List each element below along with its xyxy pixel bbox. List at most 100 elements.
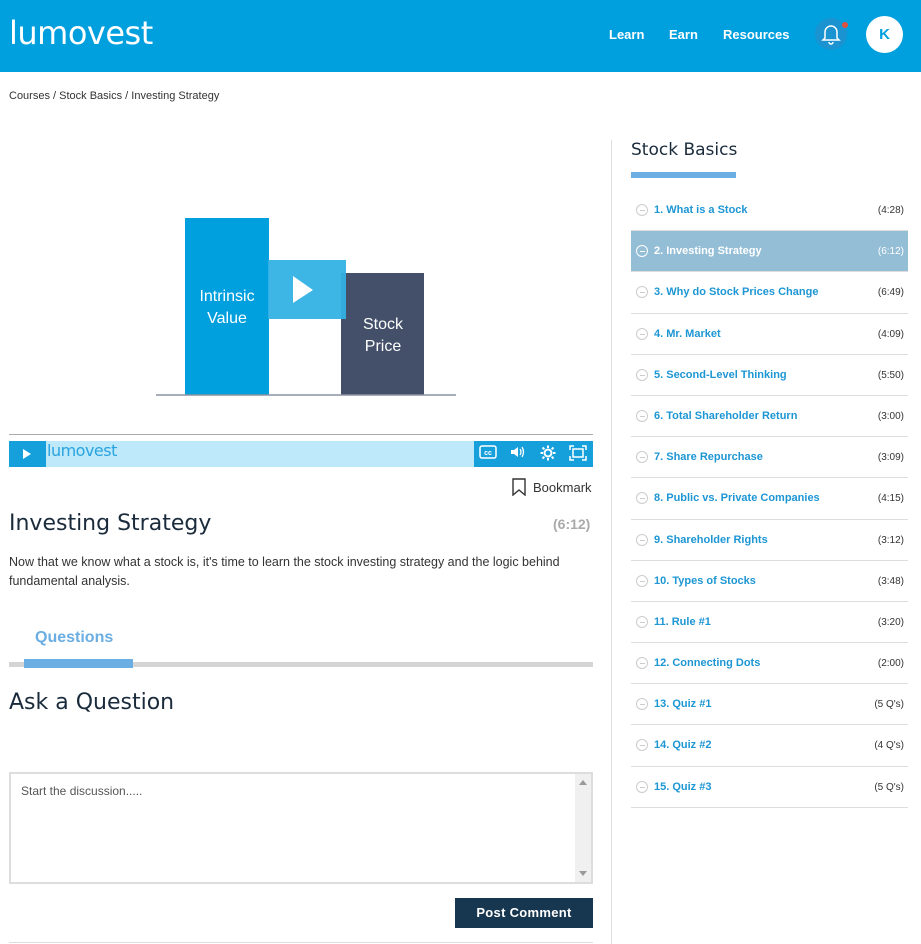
lesson-label: 13. Quiz #1	[654, 698, 712, 711]
lesson-list-item[interactable]: 5. Second-Level Thinking (5:50)	[631, 355, 908, 396]
tab-questions[interactable]: Questions	[35, 629, 113, 647]
nav-resources[interactable]: Resources	[723, 27, 789, 42]
stock-price-label-1: Stock	[363, 316, 404, 333]
player-controls-right: cc	[474, 441, 593, 467]
lesson-status-icon	[636, 739, 648, 752]
lesson-label: 11. Rule #1	[654, 615, 711, 628]
lesson-list-item[interactable]: 9. Shareholder Rights (3:12)	[631, 520, 908, 561]
lesson-list-item[interactable]: 13. Quiz #1 (5 Q's)	[631, 684, 908, 726]
video-thumbnail[interactable]: Intrinsic Value Stock Price	[9, 135, 593, 435]
top-header: lumovest Learn Earn Resources K	[0, 0, 921, 72]
lesson-duration: (3:12)	[877, 534, 904, 546]
lesson-list-item[interactable]: 15. Quiz #3 (5 Q's)	[631, 767, 908, 808]
intrinsic-label-1: Intrinsic	[199, 288, 254, 305]
lesson-label: 6. Total Shareholder Return	[654, 409, 798, 422]
intrinsic-value-bar	[185, 218, 269, 395]
stock-price-label-2: Price	[365, 338, 402, 355]
lesson-duration: (5:50)	[877, 369, 904, 381]
breadcrumb-stock-basics[interactable]: Stock Basics	[59, 90, 122, 102]
lesson-list-item[interactable]: 11. Rule #1 (3:20)	[631, 602, 908, 644]
nav-earn[interactable]: Earn	[669, 27, 698, 42]
intrinsic-label-2: Value	[207, 310, 247, 327]
settings-icon[interactable]	[539, 445, 557, 463]
lesson-status-icon	[636, 286, 648, 299]
lesson-label: 14. Quiz #2	[654, 739, 712, 752]
breadcrumb-courses[interactable]: Courses	[9, 90, 50, 102]
lesson-duration: (4:15)	[877, 493, 904, 505]
lesson-label: 5. Second-Level Thinking	[654, 368, 787, 381]
lesson-label: 3. Why do Stock Prices Change	[654, 286, 819, 299]
textarea-scrollbar[interactable]	[575, 774, 591, 882]
lesson-list-item[interactable]: 7. Share Repurchase (3:09)	[631, 437, 908, 479]
scroll-down-icon[interactable]	[579, 871, 587, 876]
video-controls[interactable]: lumovest cc	[9, 441, 593, 467]
lesson-list-item[interactable]: 4. Mr. Market (4:09)	[631, 314, 908, 355]
lesson-list-item[interactable]: 14. Quiz #2 (4 Q's)	[631, 725, 908, 767]
lesson-duration: (4:28)	[877, 205, 904, 216]
lesson-list-item[interactable]: 8. Public vs. Private Companies (4:15)	[631, 478, 908, 520]
breadcrumb-current: Investing Strategy	[131, 90, 220, 102]
volume-icon[interactable]	[509, 445, 527, 463]
lesson-list-item[interactable]: 10. Types of Stocks (3:48)	[631, 561, 908, 602]
lesson-status-icon	[636, 327, 648, 340]
scroll-up-icon[interactable]	[579, 780, 587, 785]
bookmark-label: Bookmark	[533, 480, 592, 495]
lesson-label: 8. Public vs. Private Companies	[654, 492, 820, 505]
fullscreen-icon[interactable]	[569, 445, 587, 463]
stock-price-bar	[341, 273, 424, 395]
lesson-duration: (3:09)	[877, 452, 904, 464]
lesson-list-item[interactable]: 12. Connecting Dots (2:00)	[631, 643, 908, 685]
nav-learn[interactable]: Learn	[609, 27, 644, 42]
lesson-label: 12. Connecting Dots	[654, 657, 761, 670]
lesson-status-icon	[636, 245, 648, 258]
lesson-title: Investing Strategy	[9, 511, 212, 536]
lesson-duration: (4:09)	[877, 328, 904, 340]
play-button[interactable]	[9, 441, 46, 467]
bookmark-icon	[512, 478, 526, 496]
post-comment-button[interactable]: Post Comment	[455, 898, 593, 928]
svg-text:cc: cc	[484, 450, 492, 457]
notification-badge	[842, 22, 848, 28]
lesson-status-icon	[636, 657, 648, 670]
breadcrumb: Courses / Stock Basics / Investing Strat…	[9, 90, 219, 102]
lesson-status-icon	[636, 204, 648, 216]
lesson-list-item[interactable]: 1. What is a Stock (4:28)	[631, 190, 908, 232]
lesson-label: 10. Types of Stocks	[654, 574, 756, 587]
lesson-status-icon	[636, 615, 648, 628]
lesson-label: 9. Shareholder Rights	[654, 533, 768, 546]
question-input[interactable]	[21, 784, 571, 874]
lesson-duration: (3:20)	[877, 616, 904, 628]
question-textarea-wrapper	[9, 772, 593, 884]
lesson-status-icon	[636, 368, 648, 381]
bell-icon	[821, 25, 841, 45]
lesson-label: 2. Investing Strategy	[654, 245, 762, 258]
lesson-label: 4. Mr. Market	[654, 327, 721, 340]
lesson-status-icon	[636, 698, 648, 711]
sidebar-divider	[611, 140, 612, 944]
tab-active-indicator	[24, 659, 133, 668]
lesson-status-icon	[636, 574, 648, 587]
lesson-list-item[interactable]: 2. Investing Strategy (6:12)	[631, 231, 908, 273]
video-player[interactable]: Intrinsic Value Stock Price	[9, 135, 593, 435]
lumovest-logo[interactable]: lumovest	[9, 14, 153, 52]
player-brand-logo[interactable]: lumovest	[47, 441, 117, 460]
lesson-list: 1. What is a Stock (4:28) 2. Investing Str…	[631, 190, 908, 808]
breadcrumb-separator: /	[122, 90, 132, 102]
lesson-list-item[interactable]: 3. Why do Stock Prices Change (6:49)	[631, 272, 908, 314]
lesson-status-icon	[636, 451, 648, 464]
cc-icon[interactable]: cc	[479, 445, 497, 463]
ask-question-heading: Ask a Question	[9, 690, 175, 715]
sidebar-title: Stock Basics	[631, 140, 738, 160]
lesson-status-icon	[636, 492, 648, 505]
sidebar-title-underline	[631, 172, 736, 178]
lesson-status-icon	[636, 533, 648, 546]
lesson-status-icon	[636, 780, 648, 793]
lesson-list-item[interactable]: 6. Total Shareholder Return (3:00)	[631, 396, 908, 438]
video-divider	[9, 434, 593, 435]
lesson-duration: (3:48)	[877, 575, 904, 587]
user-avatar[interactable]: K	[866, 16, 903, 53]
lesson-label: 1. What is a Stock	[654, 204, 748, 216]
lesson-duration: (3:00)	[877, 410, 904, 422]
lesson-label: 7. Share Repurchase	[654, 451, 763, 464]
lesson-status-icon	[636, 409, 648, 422]
